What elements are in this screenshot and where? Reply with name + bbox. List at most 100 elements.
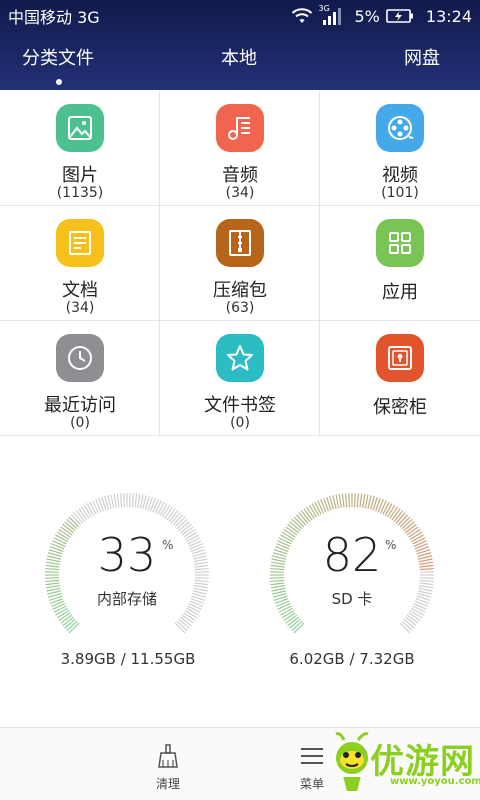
gauge-tick — [335, 494, 340, 509]
gauge-tick — [387, 504, 396, 518]
gauge-tick — [186, 607, 199, 616]
gauge-tick — [384, 503, 393, 516]
sd-storage-name: SD 卡 — [331, 590, 373, 608]
gauge-tick — [382, 501, 390, 515]
wifi-icon — [291, 8, 312, 23]
internal-percent-symbol: % — [162, 538, 174, 552]
internal-storage-percent: 33 — [97, 528, 157, 582]
sd-storage-gauge[interactable]: 82 % SD 卡 — [267, 490, 437, 660]
gauge-tick — [356, 493, 360, 508]
category-label: 文档 — [62, 280, 98, 301]
gauge-tick — [184, 610, 198, 619]
category-count: (1135) — [56, 185, 104, 201]
music-icon — [216, 104, 264, 152]
gauge-tick — [55, 607, 68, 616]
star-icon — [216, 334, 264, 382]
status-bar: 中国移动 3G 3G 5% 13:24 — [0, 0, 480, 32]
menu-icon — [301, 748, 323, 764]
gauge-tick — [110, 494, 115, 509]
category-audio[interactable]: 音频 (34) — [160, 91, 320, 206]
header: 中国移动 3G 3G 5% 13:24 分类文件 本地 网盘 — [0, 0, 480, 90]
gauge-tick — [419, 582, 434, 586]
internal-storage-usage: 3.89GB / 11.55GB — [60, 650, 196, 668]
battery-percent: 5% — [354, 6, 380, 26]
category-count: (34) — [225, 185, 255, 201]
category-safe[interactable]: 保密柜 — [320, 321, 480, 436]
internal-storage-name: 内部存储 — [96, 590, 157, 608]
broom-icon — [158, 744, 178, 768]
tab-local[interactable]: 本地 — [221, 44, 257, 70]
gauge-tick — [379, 500, 387, 514]
gauge-tick — [194, 582, 209, 586]
category-label: 最近访问 — [44, 395, 116, 416]
gauge-tick — [86, 503, 95, 516]
gauge-tick — [116, 493, 120, 508]
gauge-tick — [157, 501, 165, 515]
watermark-url: www.yoyou.com — [390, 776, 480, 787]
gauge-tick — [56, 610, 70, 619]
mascot-icon — [334, 732, 370, 793]
gauge-tick — [92, 500, 100, 514]
category-archives[interactable]: 压缩包 (63) — [160, 206, 320, 321]
category-count: (0) — [230, 415, 250, 431]
gauge-tick — [311, 503, 320, 516]
category-label: 保密柜 — [373, 397, 427, 418]
category-bookmarks[interactable]: 文件书签 (0) — [160, 321, 320, 436]
gauge-tick — [270, 582, 285, 586]
sd-storage-percent: 82 — [322, 528, 382, 582]
clock-icon — [56, 334, 104, 382]
gauge-tick — [131, 493, 135, 508]
category-label: 图片 — [62, 165, 98, 186]
category-label: 压缩包 — [213, 280, 267, 301]
gauge-tick — [45, 582, 60, 586]
gauge-tick — [159, 503, 168, 516]
gauge-tick — [83, 504, 92, 518]
image-icon — [56, 104, 104, 152]
category-images[interactable]: 图片 (1135) — [0, 91, 160, 206]
gauge-tick — [362, 493, 366, 508]
category-recent[interactable]: 最近访问 (0) — [0, 321, 160, 436]
category-count: (34) — [65, 300, 95, 316]
category-label: 音频 — [222, 165, 258, 186]
category-label: 视频 — [382, 165, 418, 186]
gauge-tick — [129, 493, 131, 508]
watermark-logo: 优游网 www.yoyou.com — [330, 728, 480, 800]
gauge-tick — [341, 493, 345, 508]
gauge-tick — [409, 610, 423, 619]
category-count: (0) — [70, 415, 90, 431]
gauge-tick — [123, 493, 125, 508]
category-count: (101) — [381, 185, 419, 201]
file-manager-screen: 中国移动 3G 3G 5% 13:24 分类文件 本地 网盘 图片 (1135)… — [0, 0, 480, 800]
menu-label: 菜单 — [299, 777, 324, 791]
gauge-tick — [314, 501, 322, 515]
gauge-tick — [89, 501, 97, 515]
gauge-tick — [137, 493, 141, 508]
gauge-tick — [162, 504, 171, 518]
tab-cloud[interactable]: 网盘 — [404, 44, 440, 70]
carrier-label: 中国移动 3G — [8, 8, 100, 27]
gauge-tick — [348, 493, 350, 508]
category-video[interactable]: 视频 (101) — [320, 91, 480, 206]
tab-categories[interactable]: 分类文件 — [22, 44, 94, 70]
battery-charging-icon — [386, 9, 413, 23]
category-documents[interactable]: 文档 (34) — [0, 206, 160, 321]
gauge-tick — [113, 493, 117, 508]
tab-bar: 分类文件 本地 网盘 — [0, 44, 480, 85]
video-icon — [376, 104, 424, 152]
gauge-tick — [359, 493, 363, 508]
internal-storage-gauge[interactable]: 33 % 内部存储 — [42, 490, 212, 660]
safe-icon — [376, 334, 424, 382]
category-apps[interactable]: 应用 — [320, 206, 480, 321]
sd-storage-usage: 6.02GB / 7.32GB — [289, 650, 415, 668]
active-tab-indicator — [56, 79, 62, 85]
category-count: (63) — [225, 300, 255, 316]
zip-icon — [216, 219, 264, 267]
apps-icon — [376, 219, 424, 267]
sd-percent-symbol: % — [385, 538, 397, 552]
gauge-tick — [280, 607, 293, 616]
status-icons: 3G 5% 13:24 — [291, 4, 472, 26]
category-label: 应用 — [382, 282, 418, 303]
clean-button[interactable]: 清理 — [128, 728, 208, 792]
category-grid: 图片 (1135) 音频 (34) 视频 (101) 文档 (34) 压缩包 (… — [0, 91, 480, 437]
gauge-tick — [134, 493, 138, 508]
